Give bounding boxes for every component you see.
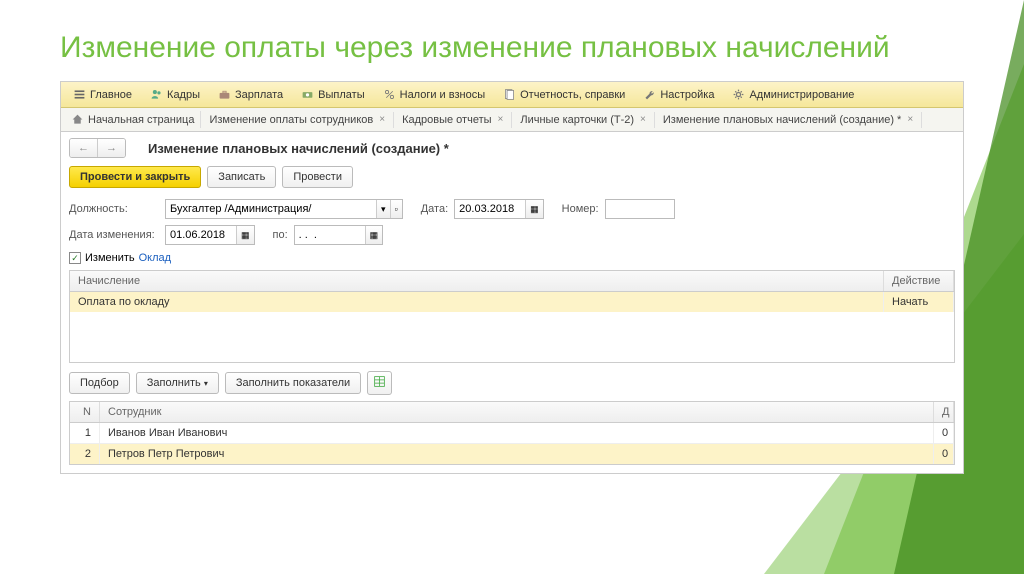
tab-izm-planovyh[interactable]: Изменение плановых начислений (создание)… [655,112,922,128]
change-date-input[interactable] [166,226,236,244]
change-date-label: Дата изменения: [69,229,159,241]
date-field[interactable]: ▦ [454,199,544,219]
dropdown-icon[interactable]: ▾ [376,200,390,218]
nav-back-button[interactable]: ← [70,139,98,157]
accruals-table: Начисление Действие Оплата по окладу Нач… [69,270,955,363]
menu-vyplaty[interactable]: Выплаты [293,86,372,103]
menu-main[interactable]: Главное [65,86,140,103]
to-label: по: [273,229,288,241]
action-buttons: Провести и закрыть Записать Провести [61,164,963,196]
position-label: Должность: [69,203,159,215]
checkbox-label: Изменить [85,252,135,264]
people-icon [150,88,163,101]
accruals-body: Оплата по окладу Начать [70,292,954,362]
col-accrual: Начисление [70,271,884,291]
accrual-row[interactable]: Оплата по окладу Начать [70,292,954,312]
menu-zarplata[interactable]: Зарплата [210,86,291,103]
close-icon[interactable]: × [498,114,504,125]
doc-icon [503,88,516,101]
to-date-field[interactable]: ▦ [294,225,384,245]
close-icon[interactable]: × [379,114,385,125]
date-label: Дата: [421,203,448,215]
tab-izm-oplaty[interactable]: Изменение оплаты сотрудников × [201,112,394,128]
change-date-field[interactable]: ▦ [165,225,255,245]
post-button[interactable]: Провести [282,166,353,188]
number-label: Номер: [562,203,599,215]
tab-kadrovye-otchety[interactable]: Кадровые отчеты × [394,112,512,128]
briefcase-icon [218,88,231,101]
fill-indicators-button[interactable]: Заполнить показатели [225,372,361,394]
form-row-position: Должность: ▾ ▫ Дата: ▦ Номер: [61,196,963,222]
menu-nastroika[interactable]: Настройка [635,86,722,103]
percent-icon [383,88,396,101]
form-row-change-date: Дата изменения: ▦ по: ▦ [61,222,963,248]
top-menu-bar: Главное Кадры Зарплата Выплаты Налоги и … [61,82,963,108]
calendar-icon[interactable]: ▦ [365,226,383,244]
menu-admin[interactable]: Администрирование [724,86,862,103]
cash-icon [301,88,314,101]
nav-buttons: ← → [69,138,126,158]
row-n: 2 [70,444,100,464]
change-checkbox[interactable]: ✓ [69,252,81,264]
post-and-close-button[interactable]: Провести и закрыть [69,166,201,188]
employees-header: N Сотрудник Д [70,402,954,423]
tab-lichnye-kartochki[interactable]: Личные карточки (Т-2) × [512,112,655,128]
oklad-link[interactable]: Оклад [139,252,171,264]
lower-actions: Подбор Заполнить ▾ Заполнить показатели [61,365,963,401]
menu-kadry[interactable]: Кадры [142,86,208,103]
position-input[interactable] [166,200,376,218]
col-d: Д [934,402,954,422]
gear-icon [732,88,745,101]
col-employee: Сотрудник [100,402,934,422]
employees-table: N Сотрудник Д 1 Иванов Иван Иванович 0 2… [69,401,955,465]
number-input[interactable] [605,199,675,219]
col-action: Действие [884,271,954,291]
table-icon [373,375,386,388]
menu-otchetnost[interactable]: Отчетность, справки [495,86,633,103]
home-icon [71,113,84,126]
date-input[interactable] [455,200,525,218]
nav-forward-button[interactable]: → [98,139,125,157]
checkbox-row: ✓ Изменить Оклад [61,248,963,268]
accruals-header: Начисление Действие [70,271,954,292]
table-settings-button[interactable] [367,371,392,395]
close-icon[interactable]: × [907,114,913,125]
calendar-icon[interactable]: ▦ [525,200,543,218]
employee-row[interactable]: 2 Петров Петр Петрович 0 [70,444,954,464]
save-button[interactable]: Записать [207,166,276,188]
slide-title: Изменение оплаты через изменение плановы… [0,0,1024,81]
close-icon[interactable]: × [640,114,646,125]
employee-row[interactable]: 1 Иванов Иван Иванович 0 [70,423,954,444]
wrench-icon [643,88,656,101]
accrual-name: Оплата по окладу [70,292,884,312]
position-field[interactable]: ▾ ▫ [165,199,403,219]
row-name: Петров Петр Петрович [100,444,934,464]
fill-button[interactable]: Заполнить ▾ [136,372,219,394]
row-n: 1 [70,423,100,443]
to-date-input[interactable] [295,226,365,244]
row-d: 0 [934,423,954,443]
menu-icon [73,88,86,101]
app-window: Главное Кадры Зарплата Выплаты Налоги и … [60,81,964,474]
menu-nalogi[interactable]: Налоги и взносы [375,86,494,103]
open-icon[interactable]: ▫ [390,200,402,218]
col-n: N [70,402,100,422]
page-title: Изменение плановых начислений (создание)… [148,141,449,156]
row-d: 0 [934,444,954,464]
toolbar: ← → Изменение плановых начислений (созда… [61,132,963,164]
tab-home[interactable]: Начальная страница [65,111,201,128]
calendar-icon[interactable]: ▦ [236,226,254,244]
tabs-bar: Начальная страница Изменение оплаты сотр… [61,108,963,132]
row-name: Иванов Иван Иванович [100,423,934,443]
accrual-action: Начать [884,292,954,312]
podbor-button[interactable]: Подбор [69,372,130,394]
